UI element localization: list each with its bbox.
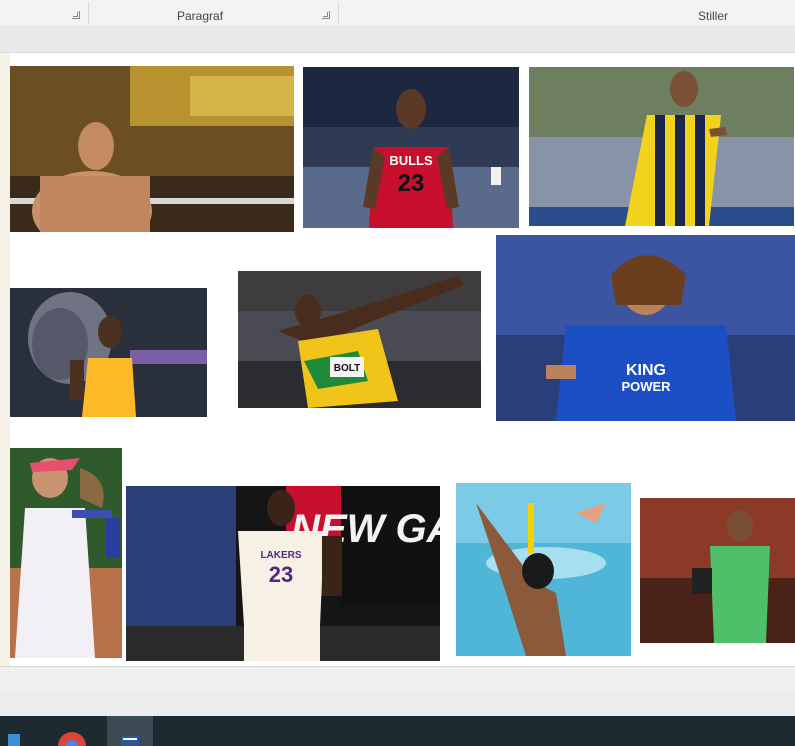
basketball-player-tribute-photo[interactable] [10, 288, 207, 417]
jersey-team-text: BULLS [389, 153, 433, 168]
sponsor-line2-text: POWER [621, 379, 671, 394]
bib-text: BOLT [334, 363, 360, 374]
status-bar [0, 666, 795, 690]
chrome-icon[interactable] [52, 716, 92, 746]
window-bottom-area [0, 690, 795, 716]
paragraph-group-label: Paragraf [177, 9, 224, 23]
sponsor-line1-text: KING [626, 362, 666, 379]
ruler-bar [0, 27, 795, 53]
goalkeeper-photo[interactable] [640, 498, 795, 643]
paragraph-dialog-launcher-icon[interactable] [322, 11, 330, 19]
sprinter-photo[interactable]: BOLT [238, 271, 481, 408]
jersey-number-text: 23 [398, 170, 425, 197]
ribbon-separator [88, 2, 89, 25]
font-dialog-launcher-icon[interactable] [72, 11, 80, 19]
jersey-team-text: LAKERS [260, 550, 301, 561]
bulls-23-player-photo[interactable]: BULLS 23 [303, 67, 519, 228]
page-margin-edge [0, 53, 10, 666]
jersey-number-text: 23 [269, 562, 293, 587]
windows-icon[interactable] [0, 716, 30, 746]
blue-football-player-photo[interactable]: KING POWER [496, 235, 795, 421]
styles-group-label: Stiller [698, 9, 729, 23]
word-icon[interactable] [107, 716, 153, 746]
taskbar [0, 716, 795, 746]
ribbon-group-labels: Paragraf Stiller [0, 0, 795, 27]
ribbon-separator [338, 2, 339, 25]
swimmer-photo[interactable] [456, 483, 631, 656]
yellow-navy-football-player-photo[interactable] [529, 67, 794, 226]
tennis-player-photo[interactable] [10, 448, 122, 658]
lakers-23-player-photo[interactable]: NEW GAM LAKERS 23 [126, 486, 440, 661]
mma-fighter-photo[interactable] [10, 66, 294, 232]
